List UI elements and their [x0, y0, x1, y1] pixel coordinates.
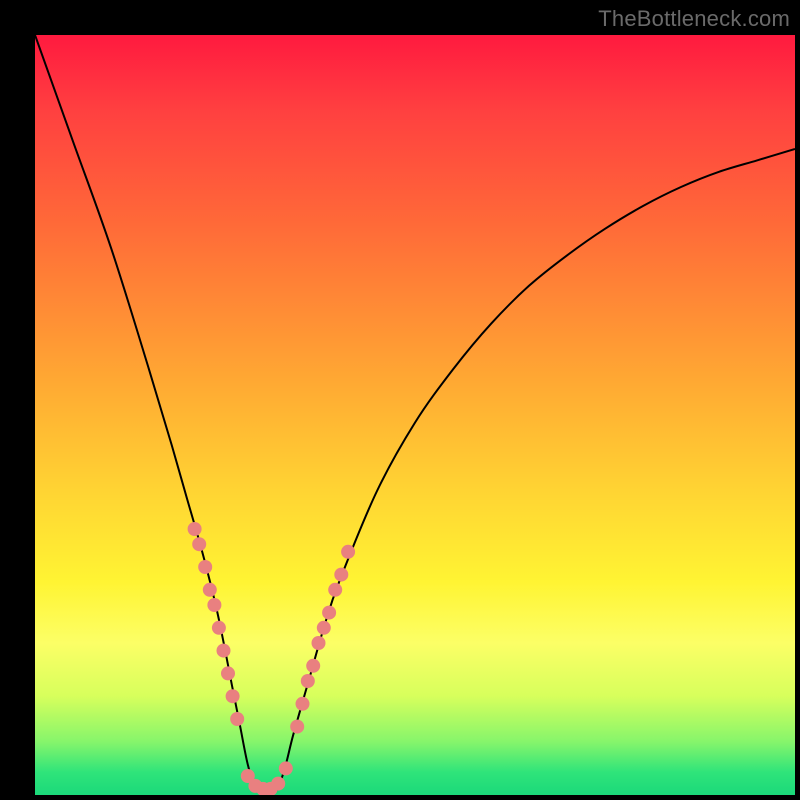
data-point — [207, 598, 221, 612]
bottleneck-curve — [35, 35, 795, 795]
data-point — [334, 568, 348, 582]
data-point — [322, 606, 336, 620]
data-point — [306, 659, 320, 673]
data-point — [192, 537, 206, 551]
data-point — [198, 560, 212, 574]
data-point — [301, 674, 315, 688]
data-point — [188, 522, 202, 536]
chart-svg — [35, 35, 795, 795]
data-point — [341, 545, 355, 559]
data-point — [271, 777, 285, 791]
data-point — [203, 583, 217, 597]
data-point — [296, 697, 310, 711]
data-point — [226, 689, 240, 703]
data-point — [312, 636, 326, 650]
data-point — [217, 644, 231, 658]
data-point — [328, 583, 342, 597]
data-point — [212, 621, 226, 635]
watermark-label: TheBottleneck.com — [598, 6, 790, 32]
chart-frame: TheBottleneck.com — [0, 0, 800, 800]
data-point — [279, 761, 293, 775]
data-point — [221, 666, 235, 680]
data-points — [188, 522, 356, 795]
data-point — [290, 720, 304, 734]
data-point — [317, 621, 331, 635]
plot-area — [35, 35, 795, 795]
data-point — [230, 712, 244, 726]
